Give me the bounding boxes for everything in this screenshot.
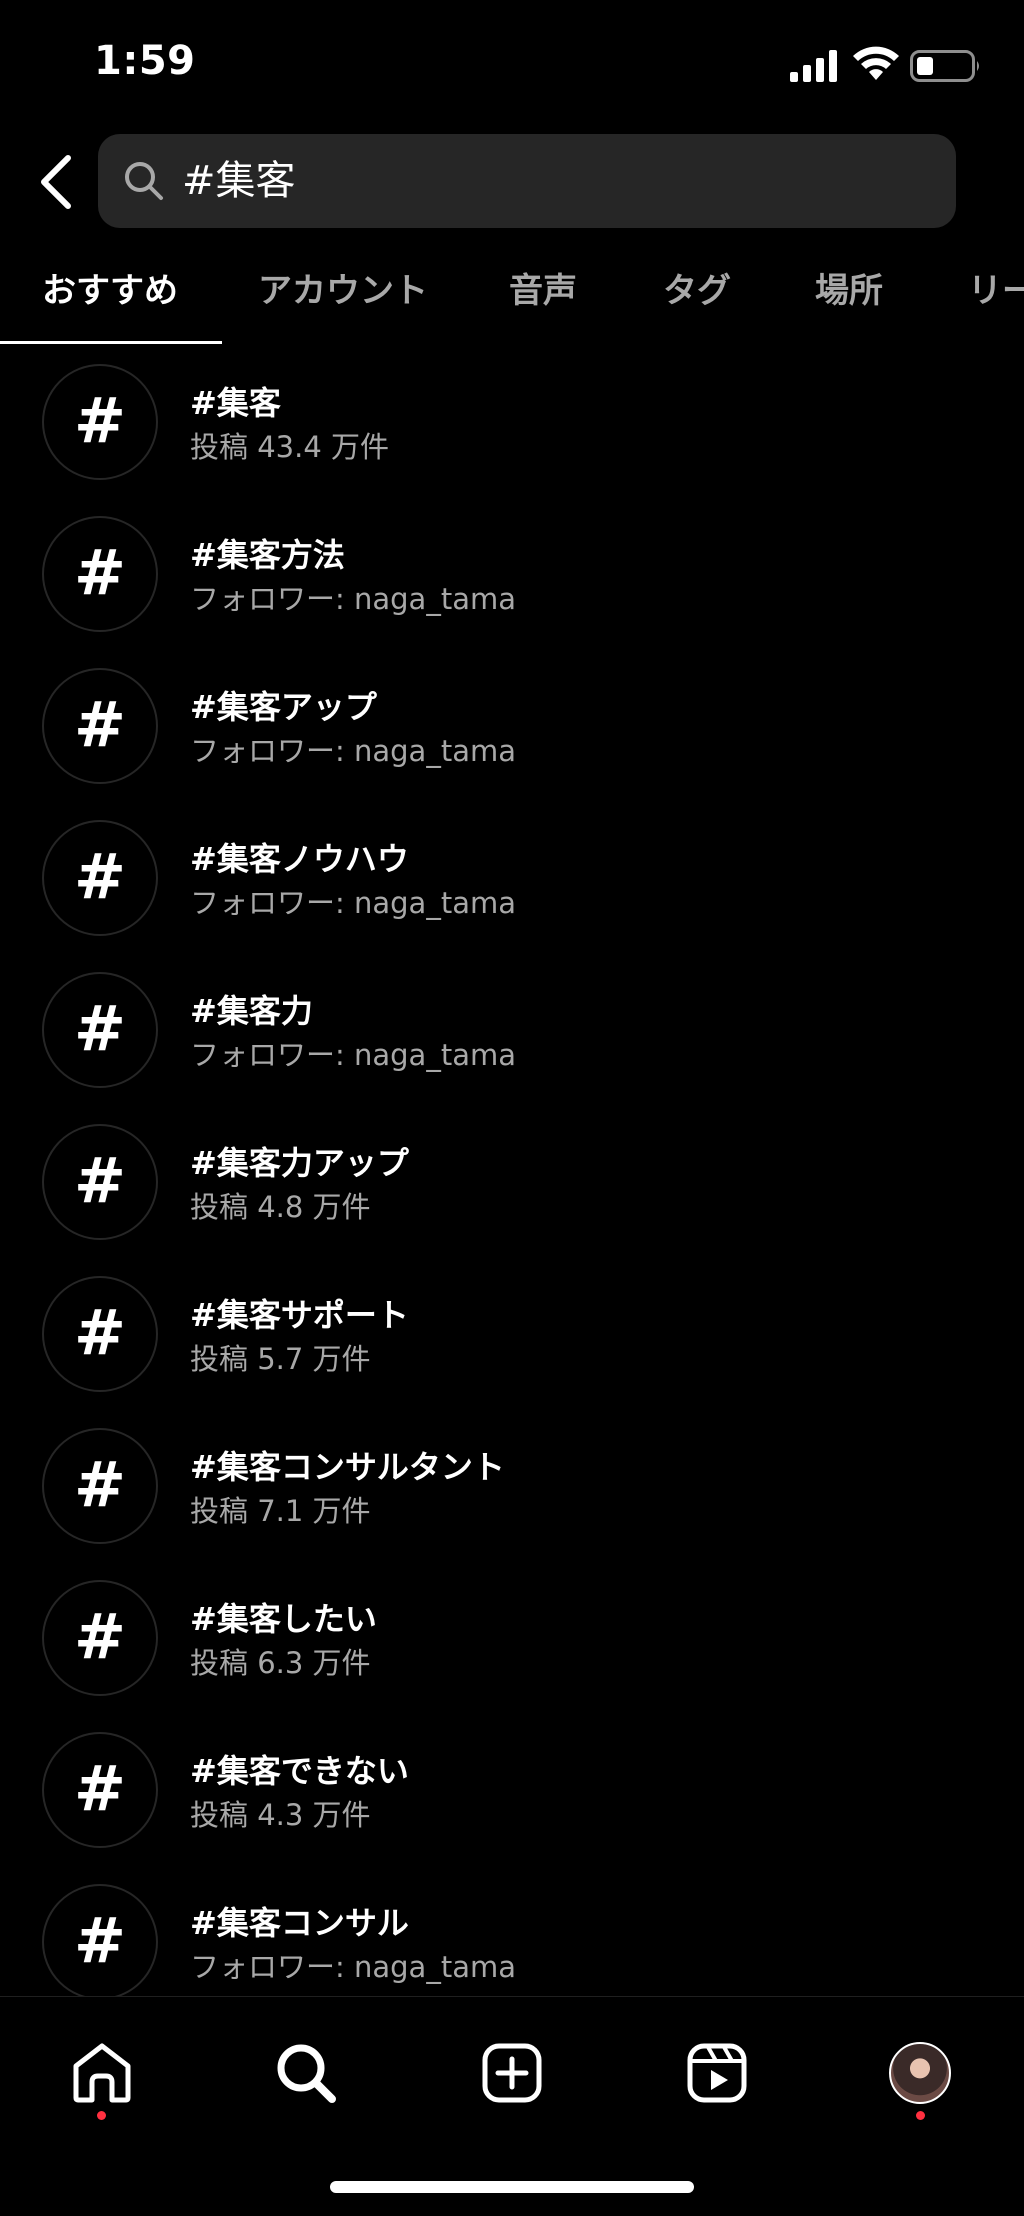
hashtag-icon: # xyxy=(42,516,158,632)
tab-reels[interactable]: リー xyxy=(968,254,1024,346)
wifi-icon xyxy=(853,46,899,80)
nav-create-button[interactable] xyxy=(472,2033,552,2113)
hashtag-subtitle: フォロワー: naga_tama xyxy=(190,1950,516,1984)
profile-notification-dot xyxy=(916,2111,925,2120)
hashtag-title: #集客力アップ xyxy=(190,1144,409,1182)
search-input[interactable]: #集客 xyxy=(98,134,956,228)
reels-icon xyxy=(687,2043,747,2103)
hashtag-subtitle: 投稿 4.8 万件 xyxy=(190,1190,371,1224)
home-notification-dot xyxy=(97,2111,106,2120)
tab-recommended[interactable]: おすすめ xyxy=(42,254,178,346)
hashtag-icon: # xyxy=(42,668,158,784)
hashtag-icon: # xyxy=(42,1276,158,1392)
hashtag-result-row[interactable]: # #集客アップ フォロワー: naga_tama xyxy=(0,648,1024,800)
cellular-signal-icon xyxy=(790,50,837,82)
hashtag-result-row[interactable]: # #集客サポート 投稿 5.7 万件 xyxy=(0,1256,1024,1408)
create-post-icon xyxy=(482,2043,542,2103)
search-query-text: #集客 xyxy=(182,158,296,204)
hashtag-result-row[interactable]: # #集客力 フォロワー: naga_tama xyxy=(0,952,1024,1104)
hashtag-result-row[interactable]: # #集客方法 フォロワー: naga_tama xyxy=(0,496,1024,648)
hashtag-icon: # xyxy=(42,1732,158,1848)
hashtag-title: #集客サポート xyxy=(190,1296,409,1334)
hashtag-title: #集客できない xyxy=(190,1752,409,1790)
hashtag-title: #集客コンサル xyxy=(190,1904,409,1942)
hashtag-icon: # xyxy=(42,364,158,480)
hashtag-icon: # xyxy=(42,1884,158,1996)
hashtag-subtitle: 投稿 7.1 万件 xyxy=(190,1494,371,1528)
nav-search-button[interactable] xyxy=(266,2033,346,2113)
hashtag-subtitle: 投稿 5.7 万件 xyxy=(190,1342,371,1376)
hashtag-subtitle: フォロワー: naga_tama xyxy=(190,582,516,616)
status-bar: 1:59 xyxy=(0,0,1024,120)
home-icon xyxy=(73,2043,131,2103)
hashtag-title: #集客ノウハウ xyxy=(190,840,409,878)
hashtag-result-row[interactable]: # #集客コンサル フォロワー: naga_tama xyxy=(0,1864,1024,1996)
hashtag-icon: # xyxy=(42,972,158,1088)
hashtag-subtitle: 投稿 6.3 万件 xyxy=(190,1646,371,1680)
chevron-left-icon xyxy=(41,155,71,209)
hashtag-result-row[interactable]: # #集客 投稿 43.4 万件 xyxy=(0,344,1024,496)
search-header: #集客 xyxy=(0,128,1024,234)
hashtag-subtitle: フォロワー: naga_tama xyxy=(190,886,516,920)
search-icon xyxy=(277,2044,336,2103)
battery-icon xyxy=(910,50,979,82)
nav-home-button[interactable] xyxy=(62,2033,142,2113)
hashtag-result-row[interactable]: # #集客ノウハウ フォロワー: naga_tama xyxy=(0,800,1024,952)
search-category-tabs: おすすめ アカウント 音声 タグ 場所 リー xyxy=(0,254,1024,346)
hashtag-icon: # xyxy=(42,1428,158,1544)
hashtag-result-row[interactable]: # #集客コンサルタント 投稿 7.1 万件 xyxy=(0,1408,1024,1560)
search-icon xyxy=(125,162,163,200)
tab-places[interactable]: 場所 xyxy=(815,254,883,346)
hashtag-result-row[interactable]: # #集客できない 投稿 4.3 万件 xyxy=(0,1712,1024,1864)
hashtag-result-row[interactable]: # #集客したい 投稿 6.3 万件 xyxy=(0,1560,1024,1712)
hashtag-title: #集客力 xyxy=(190,992,313,1030)
hashtag-title: #集客コンサルタント xyxy=(190,1448,505,1486)
tab-audio[interactable]: 音声 xyxy=(509,254,577,346)
hashtag-title: #集客したい xyxy=(190,1600,377,1638)
hashtag-result-row[interactable]: # #集客力アップ 投稿 4.8 万件 xyxy=(0,1104,1024,1256)
nav-reels-button[interactable] xyxy=(677,2033,757,2113)
hashtag-icon: # xyxy=(42,1580,158,1696)
hashtag-subtitle: フォロワー: naga_tama xyxy=(190,734,516,768)
hashtag-icon: # xyxy=(42,1124,158,1240)
tab-accounts[interactable]: アカウント xyxy=(258,254,428,346)
hashtag-title: #集客アップ xyxy=(190,688,377,726)
hashtag-results-list: # #集客 投稿 43.4 万件 # #集客方法 フォロワー: naga_tam… xyxy=(0,344,1024,1996)
hashtag-subtitle: 投稿 43.4 万件 xyxy=(190,430,390,464)
profile-avatar xyxy=(889,2042,951,2104)
hashtag-subtitle: 投稿 4.3 万件 xyxy=(190,1798,371,1832)
hashtag-subtitle: フォロワー: naga_tama xyxy=(190,1038,516,1072)
tab-tags[interactable]: タグ xyxy=(663,254,731,346)
status-time: 1:59 xyxy=(94,38,196,84)
hashtag-title: #集客 xyxy=(190,384,281,422)
hashtag-title: #集客方法 xyxy=(190,536,345,574)
nav-profile-button[interactable] xyxy=(880,2033,960,2113)
back-button[interactable] xyxy=(22,148,90,216)
hashtag-icon: # xyxy=(42,820,158,936)
home-indicator xyxy=(330,2181,694,2193)
